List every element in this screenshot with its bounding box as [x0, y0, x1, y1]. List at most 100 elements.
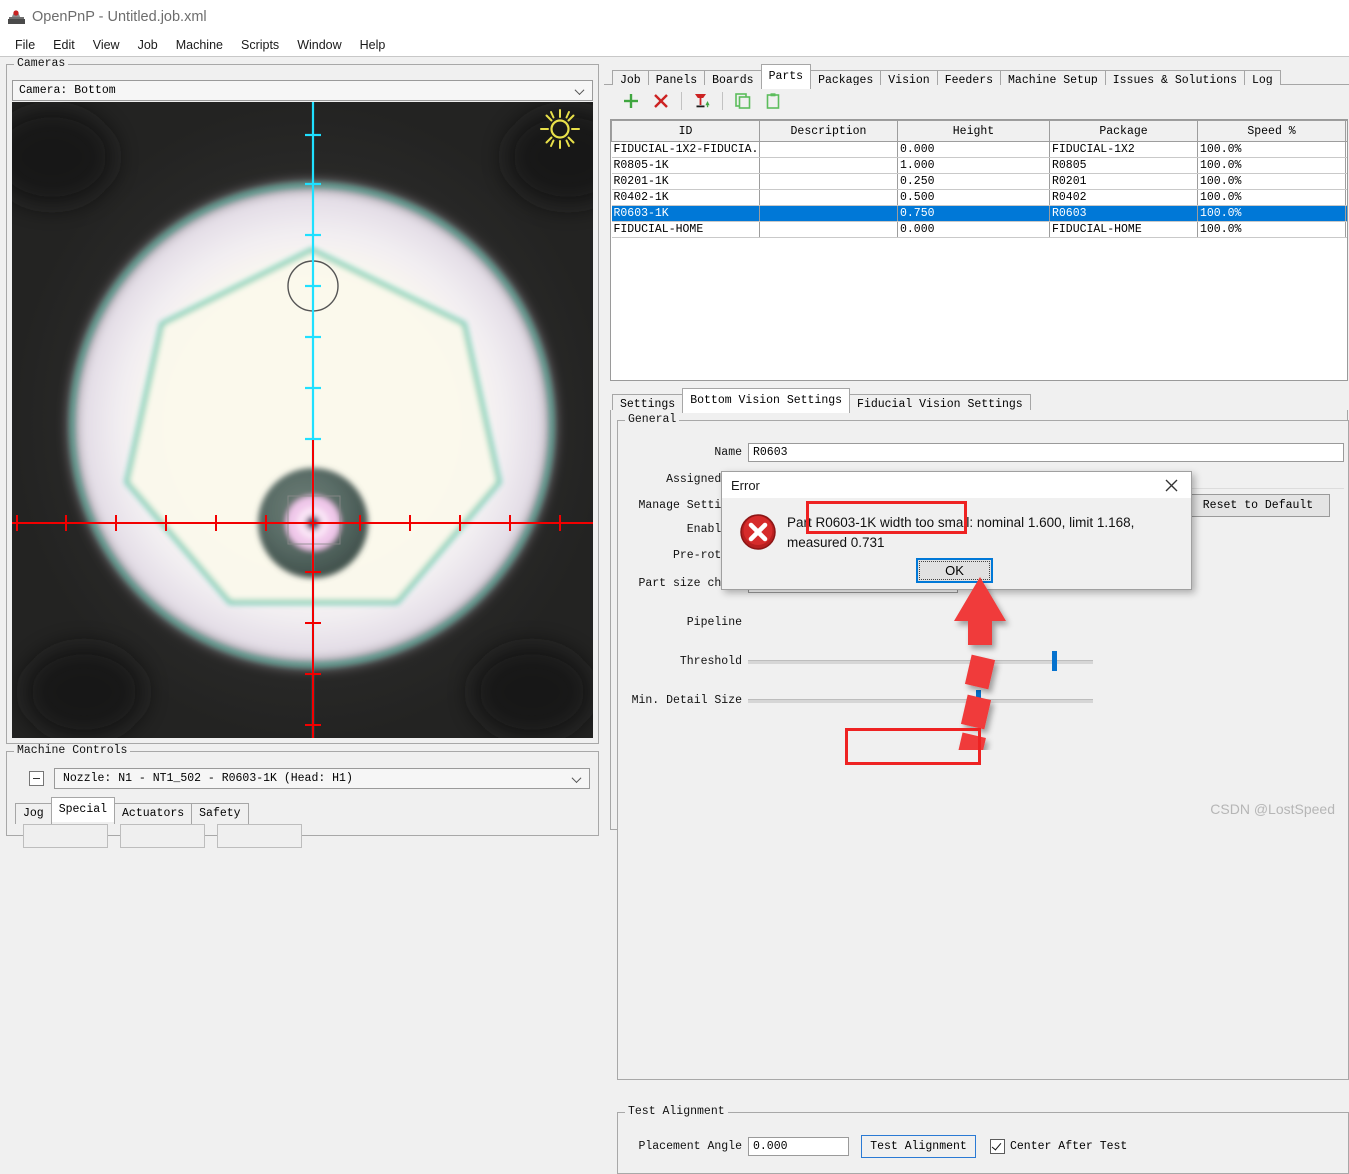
- col-header-extra[interactable]: [1345, 120, 1347, 142]
- right-pane: Job Panels Boards Parts Packages Vision …: [604, 57, 1349, 1174]
- add-part-button[interactable]: [616, 88, 646, 114]
- cell-description: [759, 157, 898, 174]
- name-row: Name R0603: [618, 443, 1348, 462]
- camera-select-combo[interactable]: Camera: Bottom: [12, 80, 593, 101]
- cell-package: R0805: [1049, 157, 1198, 174]
- test-alignment-button[interactable]: Test Alignment: [861, 1135, 976, 1158]
- table-row[interactable]: R0805-1K 1.000 R0805 100.0%: [611, 157, 1347, 174]
- col-header-description[interactable]: Description: [759, 120, 898, 142]
- col-header-speed[interactable]: Speed %: [1197, 120, 1346, 142]
- cell-description: [759, 141, 898, 158]
- cell-id: R0805-1K: [611, 157, 760, 174]
- col-header-package[interactable]: Package: [1049, 120, 1198, 142]
- table-row[interactable]: FIDUCIAL-1X2-FIDUCIA... 0.000 FIDUCIAL-1…: [611, 141, 1347, 158]
- nozzle-select-combo[interactable]: Nozzle: N1 - NT1_502 - R0603-1K (Head: H…: [54, 768, 590, 789]
- threshold-slider-thumb[interactable]: [1051, 650, 1057, 671]
- parts-toolbar: [604, 85, 1349, 117]
- threshold-slider[interactable]: [748, 650, 1093, 671]
- threshold-label: Threshold: [679, 655, 742, 668]
- special-button-3[interactable]: [217, 824, 302, 848]
- col-header-height[interactable]: Height: [897, 120, 1050, 142]
- clipboard-paste-button[interactable]: [758, 88, 788, 114]
- window-titlebar: OpenPnP - Untitled.job.xml: [0, 0, 1349, 33]
- window-title: OpenPnP - Untitled.job.xml: [32, 8, 207, 25]
- machine-controls-group: Machine Controls Nozzle: N1 - NT1_502 - …: [6, 744, 599, 848]
- center-after-test-label: Center After Test: [1010, 1140, 1128, 1153]
- menubar: File Edit View Job Machine Scripts Windo…: [0, 33, 1349, 57]
- camera-view[interactable]: [12, 102, 593, 738]
- test-alignment-row: Placement Angle 0.000 Test Alignment Cen…: [618, 1135, 1348, 1158]
- reset-to-default-button[interactable]: Reset to Default: [1186, 494, 1330, 517]
- col-header-id[interactable]: ID: [611, 120, 760, 142]
- table-row[interactable]: R0201-1K 0.250 R0201 100.0%: [611, 173, 1347, 190]
- cell-package: R0201: [1049, 173, 1198, 190]
- brightness-sun-icon[interactable]: [539, 108, 581, 153]
- table-row-selected[interactable]: R0603-1K 0.750 R0603 100.0%: [611, 205, 1347, 222]
- collapse-toggle-icon[interactable]: [29, 771, 44, 786]
- table-row[interactable]: R0402-1K 0.500 R0402 100.0%: [611, 189, 1347, 206]
- pick-to-nozzle-button[interactable]: [687, 88, 717, 114]
- cell-extra: [1345, 157, 1347, 174]
- close-x-icon[interactable]: [1151, 472, 1191, 498]
- special-button-1[interactable]: [23, 824, 108, 848]
- cell-height: 0.000: [897, 141, 1050, 158]
- cameras-group: Cameras Camera: Bottom: [6, 57, 599, 744]
- ok-button[interactable]: OK: [917, 559, 992, 582]
- table-row[interactable]: FIDUCIAL-HOME 0.000 FIDUCIAL-HOME 100.0%: [611, 221, 1347, 238]
- tab-parts[interactable]: Parts: [760, 64, 812, 89]
- tab-actuators[interactable]: Actuators: [114, 803, 193, 824]
- machine-controls-title: Machine Controls: [14, 744, 131, 757]
- cell-package: FIDUCIAL-HOME: [1049, 221, 1198, 238]
- error-message-prefix: Part: [787, 515, 816, 530]
- name-input[interactable]: R0603: [748, 443, 1344, 462]
- machine-controls-tabs: Jog Special Actuators Safety: [15, 797, 249, 824]
- cell-description: [759, 189, 898, 206]
- tab-safety[interactable]: Safety: [191, 803, 249, 824]
- error-dialog-titlebar: Error: [722, 472, 1191, 499]
- error-dialog-message: Part R0603-1K width too small: nominal 1…: [787, 513, 1181, 553]
- watermark: CSDN @LostSpeed: [1210, 801, 1335, 817]
- tab-jog[interactable]: Jog: [15, 803, 52, 824]
- cell-speed: 100.0%: [1197, 205, 1346, 222]
- min-detail-size-slider[interactable]: [748, 689, 1093, 710]
- tab-special[interactable]: Special: [50, 797, 116, 822]
- toolbar-separator: [722, 92, 723, 110]
- error-dialog[interactable]: Error Part R0603-1K width too small: nom…: [721, 471, 1192, 590]
- cell-id: FIDUCIAL-HOME: [611, 221, 760, 238]
- min-detail-size-slider-thumb[interactable]: [975, 689, 981, 710]
- tab-bottom-vision-settings[interactable]: Bottom Vision Settings: [682, 388, 851, 413]
- menu-machine[interactable]: Machine: [167, 36, 232, 54]
- camera-select-value: Camera: Bottom: [19, 84, 116, 97]
- cell-description: [759, 173, 898, 190]
- cell-height: 0.500: [897, 189, 1050, 206]
- test-alignment-title: Test Alignment: [625, 1105, 728, 1118]
- min-detail-size-label: Min. Detail Size: [631, 694, 742, 707]
- menu-scripts[interactable]: Scripts: [232, 36, 288, 54]
- cell-height: 0.250: [897, 173, 1050, 190]
- parts-grid: ID Description Height Package Speed % FI…: [611, 120, 1347, 238]
- placement-angle-input[interactable]: 0.000: [748, 1137, 849, 1156]
- menu-job[interactable]: Job: [129, 36, 167, 54]
- cell-speed: 100.0%: [1197, 141, 1346, 158]
- cell-extra: [1345, 141, 1347, 158]
- menu-window[interactable]: Window: [288, 36, 350, 54]
- menu-view[interactable]: View: [84, 36, 129, 54]
- nozzle-row: Nozzle: N1 - NT1_502 - R0603-1K (Head: H…: [29, 768, 590, 789]
- cell-speed: 100.0%: [1197, 221, 1346, 238]
- test-alignment-group: Test Alignment Placement Angle 0.000 Tes…: [617, 1105, 1349, 1174]
- error-circle-icon: [739, 513, 777, 551]
- menu-help[interactable]: Help: [351, 36, 395, 54]
- menu-file[interactable]: File: [6, 36, 44, 54]
- cell-height: 1.000: [897, 157, 1050, 174]
- cell-id: R0603-1K: [611, 205, 760, 222]
- menu-edit[interactable]: Edit: [44, 36, 84, 54]
- delete-part-button[interactable]: [646, 88, 676, 114]
- special-button-2[interactable]: [120, 824, 205, 848]
- error-dialog-title: Error: [731, 477, 760, 493]
- cell-height: 0.750: [897, 205, 1050, 222]
- parts-table[interactable]: ID Description Height Package Speed % FI…: [610, 119, 1348, 381]
- cell-speed: 100.0%: [1197, 173, 1346, 190]
- cell-speed: 100.0%: [1197, 189, 1346, 206]
- copy-button[interactable]: [728, 88, 758, 114]
- center-after-test-checkbox[interactable]: [990, 1139, 1005, 1154]
